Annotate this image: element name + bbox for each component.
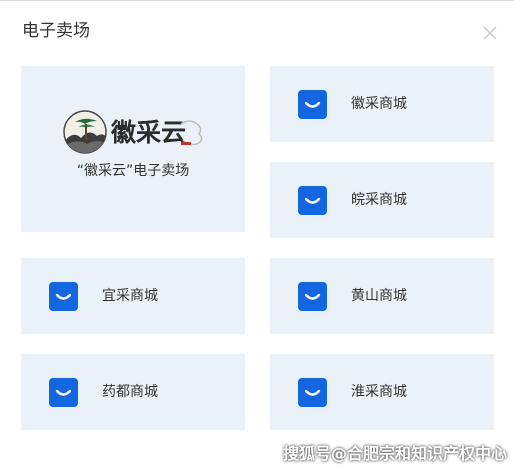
landscape-pine-logo: 徽采云 <box>63 110 203 154</box>
shopping-bag-icon <box>49 282 78 311</box>
logo: 徽采云 <box>63 108 205 156</box>
shopping-bag-icon <box>298 282 327 311</box>
store-label: 黄山商城 <box>351 288 407 304</box>
featured-label: “徽采云”电子卖场 <box>76 163 190 179</box>
shopping-bag-icon <box>298 378 327 407</box>
store-card-wancai[interactable]: 皖采商城 <box>270 162 494 238</box>
store-label: 药都商城 <box>102 384 158 400</box>
dialog-header: 电子卖场 <box>0 0 514 64</box>
logo-text: 徽采云 <box>110 118 186 147</box>
store-label: 宜采商城 <box>102 288 158 304</box>
dialog-title: 电子卖场 <box>22 21 90 41</box>
shopping-bag-icon <box>298 186 327 215</box>
store-label: 徽采商城 <box>351 96 407 112</box>
store-card-yaodu[interactable]: 药都商城 <box>21 354 245 430</box>
store-label: 皖采商城 <box>351 192 407 208</box>
store-card-huaicai[interactable]: 淮采商城 <box>270 354 494 430</box>
watermark: 搜狐号@合肥宗和知识产权中心 <box>283 444 508 463</box>
close-icon[interactable] <box>481 24 499 42</box>
shopping-bag-icon <box>49 378 78 407</box>
store-label: 淮采商城 <box>351 384 407 400</box>
store-card-huangshan[interactable]: 黄山商城 <box>270 258 494 334</box>
store-card-yicai[interactable]: 宜采商城 <box>21 258 245 334</box>
featured-marketplace-card[interactable]: 徽采云 “徽采云”电子卖场 <box>21 66 245 232</box>
store-card-huicai[interactable]: 徽采商城 <box>270 66 494 142</box>
shopping-bag-icon <box>298 90 327 119</box>
